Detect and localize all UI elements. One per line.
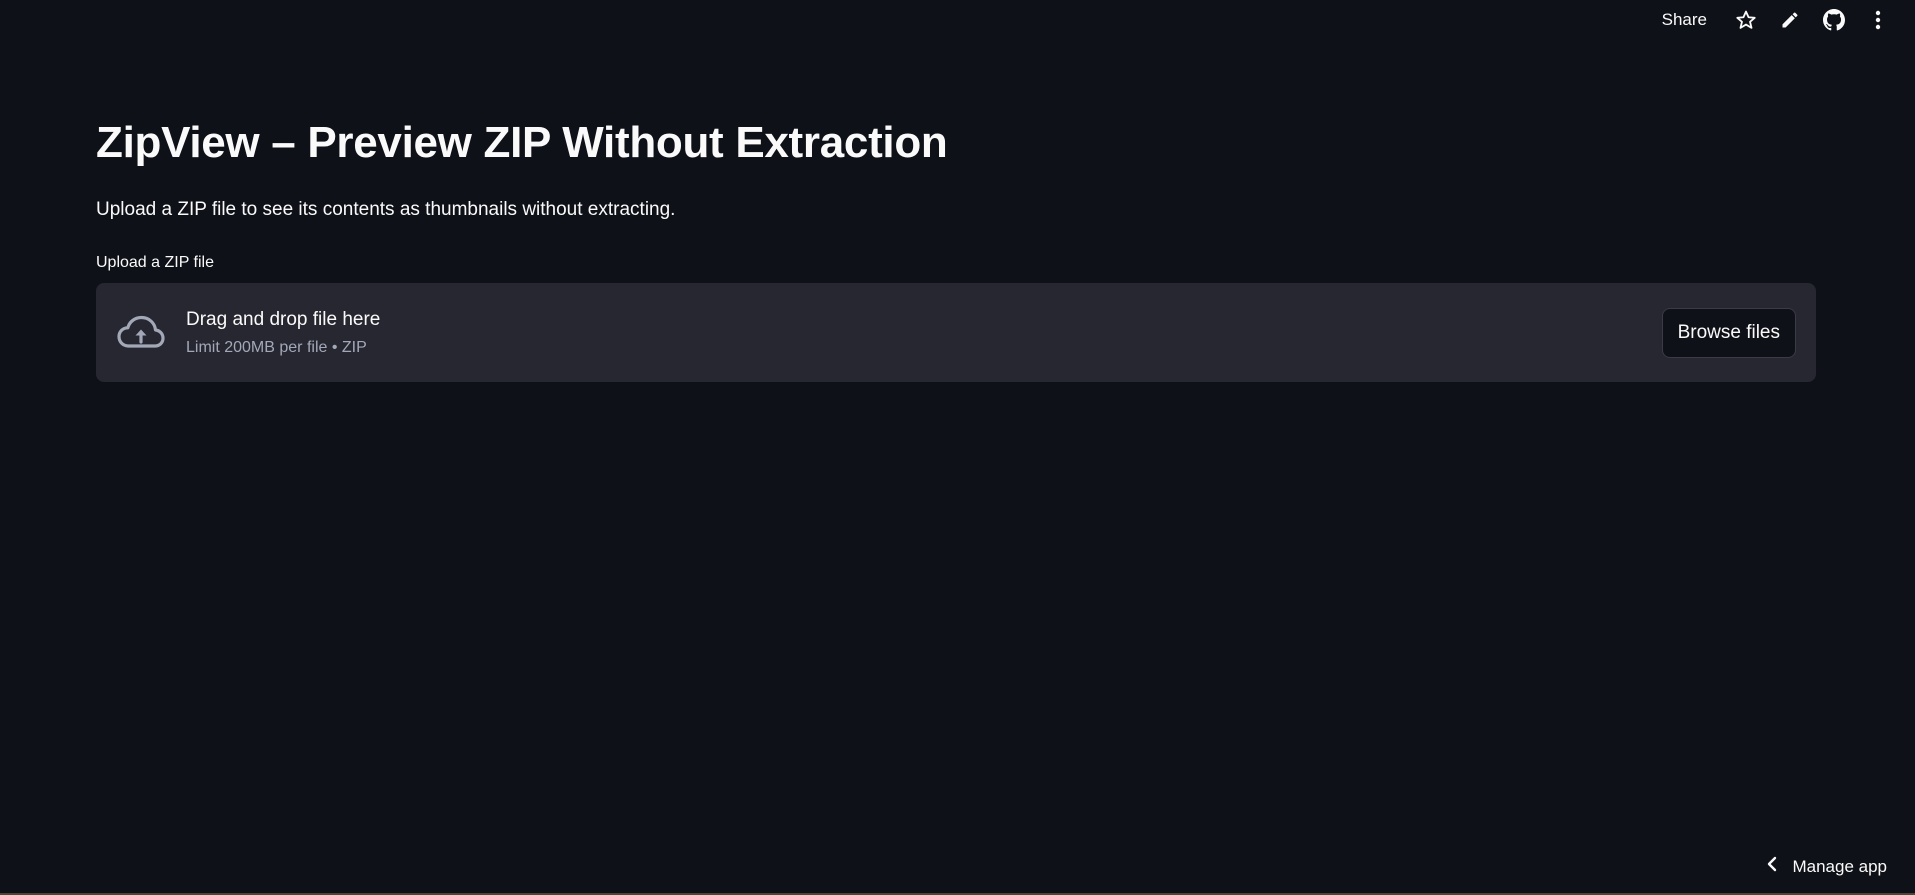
star-icon[interactable]: [1727, 1, 1765, 39]
share-button[interactable]: Share: [1652, 4, 1717, 36]
manage-app-label: Manage app: [1792, 856, 1887, 876]
dropzone-limit-text: Limit 200MB per file • ZIP: [186, 338, 367, 356]
top-toolbar: Share: [1652, 0, 1915, 40]
page-subtitle: Upload a ZIP file to see its contents as…: [96, 199, 676, 220]
edit-pencil-icon[interactable]: [1771, 1, 1809, 39]
file-dropzone[interactable]: Drag and drop file here Limit 200MB per …: [96, 283, 1816, 382]
browse-files-button[interactable]: Browse files: [1661, 307, 1796, 358]
github-icon[interactable]: [1815, 1, 1853, 39]
dropzone-instructions: Drag and drop file here Limit 200MB per …: [186, 309, 1662, 357]
more-vertical-icon[interactable]: [1859, 1, 1897, 39]
page-title: ZipView – Preview ZIP Without Extraction: [96, 118, 948, 167]
app-root: Share ZipView – Preview ZIP Without Extr…: [0, 0, 1915, 895]
manage-app-button[interactable]: Manage app: [1766, 855, 1887, 878]
uploader-label: Upload a ZIP file: [96, 254, 214, 271]
chevron-left-icon: [1766, 855, 1778, 878]
cloud-upload-icon: [116, 313, 166, 353]
dropzone-title: Drag and drop file here: [186, 308, 381, 330]
